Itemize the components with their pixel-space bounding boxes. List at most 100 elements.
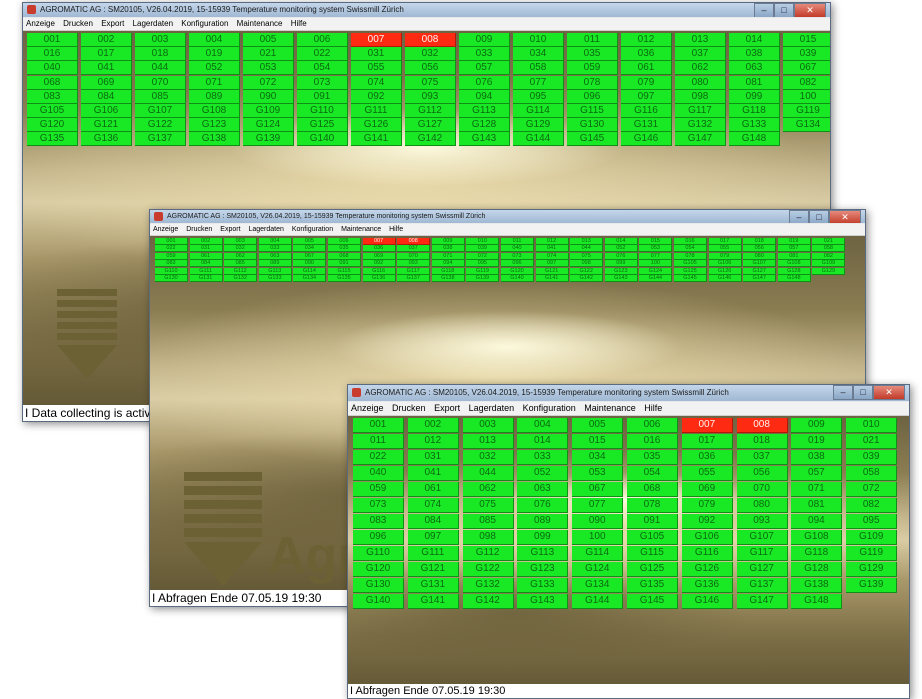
sensor-cell[interactable]: G107	[743, 260, 777, 268]
sensor-cell[interactable]: G118	[729, 104, 780, 118]
sensor-cell[interactable]: 096	[501, 260, 534, 268]
sensor-cell[interactable]: 098	[675, 89, 726, 104]
sensor-cell[interactable]: 001	[155, 238, 188, 245]
sensor-cell[interactable]: G133	[729, 118, 780, 133]
sensor-cell[interactable]: 073	[353, 498, 404, 513]
close-button[interactable]: ✕	[794, 3, 826, 17]
sensor-cell[interactable]: G125	[627, 562, 678, 577]
sensor-cell[interactable]: 056	[405, 61, 456, 76]
sensor-cell[interactable]: G138	[189, 132, 240, 147]
sensor-cell[interactable]: G116	[362, 267, 396, 275]
sensor-cell[interactable]: 095	[466, 260, 500, 268]
sensor-cell[interactable]: 092	[351, 89, 402, 104]
sensor-cell[interactable]: 018	[135, 47, 186, 62]
sensor-cell[interactable]: 034	[293, 245, 327, 253]
close-button[interactable]: ✕	[829, 210, 861, 223]
menu-anzeige[interactable]: Anzeige	[351, 403, 384, 413]
sensor-cell[interactable]: 079	[621, 75, 672, 90]
sensor-cell[interactable]: 097	[407, 530, 459, 545]
sensor-cell[interactable]: G110	[353, 546, 404, 561]
sensor-cell[interactable]: G139	[243, 132, 294, 147]
sensor-cell[interactable]: 072	[846, 482, 898, 497]
sensor-cell[interactable]: 013	[675, 33, 726, 47]
sensor-cell[interactable]: 056	[743, 245, 777, 253]
sensor-cell[interactable]: G108	[791, 530, 843, 545]
sensor-cell[interactable]: 004	[258, 238, 292, 245]
sensor-cell[interactable]: 013	[462, 434, 514, 449]
sensor-cell[interactable]: G123	[189, 118, 240, 133]
sensor-cell[interactable]: G130	[353, 578, 404, 593]
sensor-cell[interactable]: G109	[846, 530, 898, 545]
sensor-cell[interactable]: G121	[81, 118, 132, 133]
sensor-cell[interactable]: 078	[567, 75, 618, 90]
sensor-cell[interactable]: 058	[846, 466, 898, 481]
sensor-cell[interactable]: 059	[353, 482, 404, 497]
sensor-cell[interactable]: 099	[604, 260, 638, 268]
sensor-cell[interactable]: 018	[736, 434, 788, 449]
sensor-cell[interactable]: 093	[405, 89, 456, 104]
sensor-cell[interactable]: 022	[353, 450, 404, 465]
sensor-cell[interactable]: 081	[729, 75, 780, 90]
sensor-cell[interactable]: 032	[405, 47, 456, 62]
sensor-cell[interactable]: G137	[736, 578, 788, 593]
sensor-cell[interactable]: 052	[604, 245, 638, 253]
sensor-cell[interactable]: 068	[27, 75, 78, 90]
sensor-cell[interactable]: 068	[328, 252, 361, 260]
sensor-cell[interactable]: 069	[681, 482, 733, 497]
sensor-cell[interactable]: 018	[743, 238, 777, 245]
sensor-cell[interactable]: 081	[791, 498, 843, 513]
sensor-cell[interactable]: 083	[353, 514, 404, 529]
sensor-cell[interactable]: 094	[791, 514, 843, 529]
sensor-cell[interactable]: G120	[353, 562, 404, 577]
sensor-cell[interactable]: 002	[407, 418, 459, 433]
sensor-cell[interactable]: 033	[258, 245, 292, 253]
sensor-cell[interactable]: 097	[621, 89, 672, 104]
sensor-cell[interactable]: 039	[466, 245, 500, 253]
menu-konfiguration[interactable]: Konfiguration	[523, 403, 576, 413]
sensor-cell[interactable]: G126	[708, 267, 742, 275]
menu-drucken[interactable]: Drucken	[186, 226, 212, 233]
sensor-cell[interactable]: G126	[681, 562, 733, 577]
sensor-cell[interactable]: G136	[81, 132, 132, 147]
sensor-cell[interactable]: G115	[567, 104, 618, 118]
sensor-cell[interactable]: 012	[407, 434, 459, 449]
sensor-cell[interactable]: 080	[675, 75, 726, 90]
sensor-cell[interactable]: 016	[627, 434, 678, 449]
sensor-cell[interactable]: 009	[459, 33, 510, 47]
sensor-cell[interactable]: G144	[572, 594, 624, 609]
sensor-cell[interactable]: 010	[466, 238, 500, 245]
sensor-cell[interactable]: 038	[791, 450, 843, 465]
sensor-cell[interactable]: 014	[517, 434, 569, 449]
menu-maintenance[interactable]: Maintenance	[584, 403, 636, 413]
sensor-cell[interactable]: 085	[135, 89, 186, 104]
sensor-cell[interactable]: 003	[462, 418, 514, 433]
sensor-cell[interactable]: 071	[431, 252, 465, 260]
sensor-cell[interactable]: G122	[462, 562, 514, 577]
sensor-cell[interactable]: G148	[791, 594, 843, 609]
sensor-cell[interactable]: 005	[293, 238, 327, 245]
sensor-cell[interactable]: G141	[351, 132, 402, 147]
sensor-cell[interactable]: 059	[155, 252, 188, 260]
sensor-cell[interactable]: 090	[293, 260, 327, 268]
sensor-cell[interactable]: G114	[293, 267, 327, 275]
application-window-small[interactable]: AGROMATIC AG : SM20105, V26.04.2019, 15-…	[347, 384, 910, 699]
sensor-cell[interactable]: 035	[567, 47, 618, 62]
sensor-cell[interactable]: 078	[674, 252, 707, 260]
sensor-cell[interactable]: G115	[627, 546, 678, 561]
sensor-cell[interactable]: 019	[791, 434, 843, 449]
sensor-cell[interactable]: 070	[736, 482, 788, 497]
sensor-cell[interactable]: 015	[572, 434, 624, 449]
sensor-cell[interactable]: G132	[675, 118, 726, 133]
sensor-cell[interactable]: 083	[155, 260, 188, 268]
maximize-button[interactable]: □	[774, 3, 794, 17]
sensor-cell[interactable]: 054	[674, 245, 707, 253]
sensor-cell[interactable]: 044	[462, 466, 514, 481]
sensor-cell[interactable]: 019	[189, 47, 240, 62]
sensor-cell[interactable]: 032	[462, 450, 514, 465]
sensor-cell[interactable]: 054	[297, 61, 348, 76]
sensor-cell[interactable]: 070	[397, 252, 431, 260]
sensor-cell[interactable]: G134	[783, 118, 830, 133]
sensor-cell[interactable]: G117	[736, 546, 788, 561]
sensor-cell[interactable]: G135	[328, 275, 361, 282]
sensor-cell[interactable]: 004	[517, 418, 569, 433]
